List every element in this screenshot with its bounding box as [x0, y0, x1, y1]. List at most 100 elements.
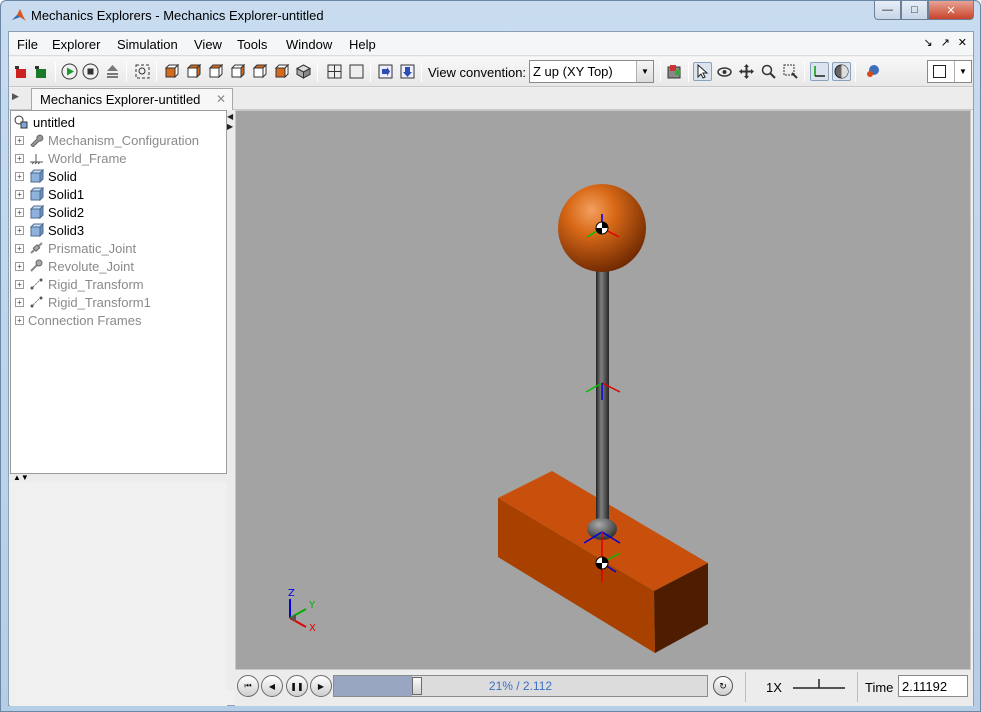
title-bar[interactable]: Mechanics Explorers - Mechanics Explorer…: [1, 1, 980, 31]
vertical-splitter[interactable]: ◀ ▶: [227, 110, 235, 690]
tab-mechanics-explorer-untitled[interactable]: Mechanics Explorer-untitled ✕: [31, 88, 233, 110]
collapse-left-icon[interactable]: ◀: [227, 112, 233, 121]
expand-icon[interactable]: +: [15, 297, 24, 307]
axis-x-label: X: [309, 623, 316, 634]
rotate-icon[interactable]: [715, 62, 734, 81]
menu-explorer[interactable]: Explorer: [52, 37, 100, 52]
isometric-view-icon[interactable]: [294, 62, 313, 81]
fit-to-view-icon[interactable]: [133, 62, 152, 81]
centre-of-mass-icon[interactable]: [863, 62, 882, 81]
bottom-view-icon[interactable]: [272, 62, 291, 81]
previous-frame-icon[interactable]: [398, 62, 417, 81]
loop-button[interactable]: ↻: [713, 676, 733, 696]
color-icon[interactable]: [665, 62, 684, 81]
pan-icon[interactable]: [737, 62, 756, 81]
window-title: Mechanics Explorers - Mechanics Explorer…: [31, 8, 324, 23]
next-frame-icon[interactable]: [376, 62, 395, 81]
revolute-joint-icon: [28, 259, 44, 273]
tree-item-label: Connection Frames: [28, 312, 142, 328]
view-convention-select[interactable]: Z up (XY Top) ▼: [529, 60, 654, 83]
zoom-box-icon[interactable]: [781, 62, 800, 81]
3d-viewport[interactable]: Z Y X: [235, 110, 971, 670]
chevron-down-icon: ▼: [636, 61, 653, 82]
expand-icon[interactable]: +: [15, 315, 24, 325]
back-view-icon[interactable]: [184, 62, 203, 81]
tree-item-label: World_Frame: [48, 150, 127, 166]
tree-item[interactable]: + Connection Frames: [15, 311, 141, 329]
chevron-down-icon: ▼: [954, 61, 971, 82]
undock-icon[interactable]: ↘: [923, 36, 932, 49]
menu-file[interactable]: File: [17, 37, 38, 52]
horizontal-splitter[interactable]: ▲▼: [10, 474, 227, 482]
run-icon[interactable]: [60, 62, 79, 81]
collapse-up-icon[interactable]: ▲: [13, 473, 21, 482]
tree-item[interactable]: + Solid3: [15, 221, 84, 239]
expand-icon[interactable]: +: [15, 243, 24, 253]
layout-select[interactable]: ▼: [927, 60, 972, 83]
scene-canvas[interactable]: Z Y X: [236, 111, 970, 669]
menu-tools[interactable]: Tools: [237, 37, 267, 52]
expand-icon[interactable]: +: [15, 189, 24, 199]
close-button[interactable]: ✕: [928, 1, 974, 20]
tree-item[interactable]: + Revolute_Joint: [15, 257, 134, 275]
time-field[interactable]: 2.11192: [898, 675, 968, 697]
tree-root[interactable]: untitled: [13, 113, 75, 131]
tree-item[interactable]: + Rigid_Transform: [15, 275, 144, 293]
toggle-shading-icon[interactable]: [832, 62, 851, 81]
axes-orientation-indicator: Z Y X: [288, 588, 316, 634]
minimize-button[interactable]: —: [874, 1, 901, 20]
close-icon[interactable]: ✕: [958, 36, 967, 49]
menu-simulation[interactable]: Simulation: [117, 37, 178, 52]
expand-right-icon[interactable]: ▶: [227, 122, 233, 131]
menu-window[interactable]: Window: [286, 37, 332, 52]
tree-item[interactable]: + World_Frame: [15, 149, 127, 167]
split-view-icon[interactable]: [325, 62, 344, 81]
show-frames-icon[interactable]: [810, 62, 829, 81]
pause-button[interactable]: ❚❚: [286, 675, 308, 697]
front-view-icon[interactable]: [162, 62, 181, 81]
restore-icon[interactable]: ↗: [941, 36, 950, 49]
playback-slider[interactable]: 21% / 2.112: [333, 675, 708, 697]
step-icon[interactable]: [103, 62, 122, 81]
rewind-to-start-button[interactable]: ⏮: [237, 675, 259, 697]
tree-item-label: Solid3: [48, 222, 85, 238]
expand-icon[interactable]: +: [15, 207, 24, 217]
right-view-icon[interactable]: [228, 62, 247, 81]
tab-strip: ▶ Mechanics Explorer-untitled ✕: [9, 88, 973, 110]
expand-icon[interactable]: +: [15, 279, 24, 289]
client-area: File Explorer Simulation View Tools Wind…: [8, 31, 974, 706]
tab-label: Mechanics Explorer-untitled: [40, 92, 201, 107]
tree-item[interactable]: + Mechanism_Configuration: [15, 131, 199, 149]
open-model-icon[interactable]: [12, 62, 31, 81]
tree-item[interactable]: + Solid: [15, 167, 77, 185]
tree-item[interactable]: + Prismatic_Joint: [15, 239, 136, 257]
expand-icon[interactable]: +: [15, 225, 24, 235]
speed-slider[interactable]: [791, 676, 847, 696]
menu-view[interactable]: View: [194, 37, 222, 52]
expand-icon[interactable]: +: [15, 171, 24, 181]
expand-icon[interactable]: +: [15, 261, 24, 271]
tree-item[interactable]: + Solid1: [15, 185, 84, 203]
single-view-icon[interactable]: [347, 62, 366, 81]
select-icon[interactable]: [693, 62, 712, 81]
expand-icon[interactable]: +: [15, 153, 24, 163]
top-view-icon[interactable]: [250, 62, 269, 81]
menu-help[interactable]: Help: [349, 37, 376, 52]
maximize-button[interactable]: □: [901, 1, 928, 20]
stop-icon[interactable]: [81, 62, 100, 81]
play-button[interactable]: ▶: [310, 675, 332, 697]
save-icon[interactable]: [32, 62, 51, 81]
zoom-icon[interactable]: [759, 62, 778, 81]
tab-scroll-icon[interactable]: ▶: [12, 91, 19, 102]
close-tab-icon[interactable]: ✕: [216, 92, 226, 106]
expand-down-icon[interactable]: ▼: [21, 473, 29, 482]
view-convention-label: View convention:: [428, 65, 527, 80]
model-tree-panel: untitled + Mechanism_Configuration + World_…: [10, 110, 227, 474]
step-back-button[interactable]: ◀: [261, 675, 283, 697]
tree-item-label: Revolute_Joint: [48, 258, 134, 274]
tree-item-label: Solid2: [48, 204, 85, 220]
expand-icon[interactable]: +: [15, 135, 24, 145]
left-view-icon[interactable]: [206, 62, 225, 81]
tree-item[interactable]: + Rigid_Transform1: [15, 293, 151, 311]
tree-item[interactable]: + Solid2: [15, 203, 84, 221]
